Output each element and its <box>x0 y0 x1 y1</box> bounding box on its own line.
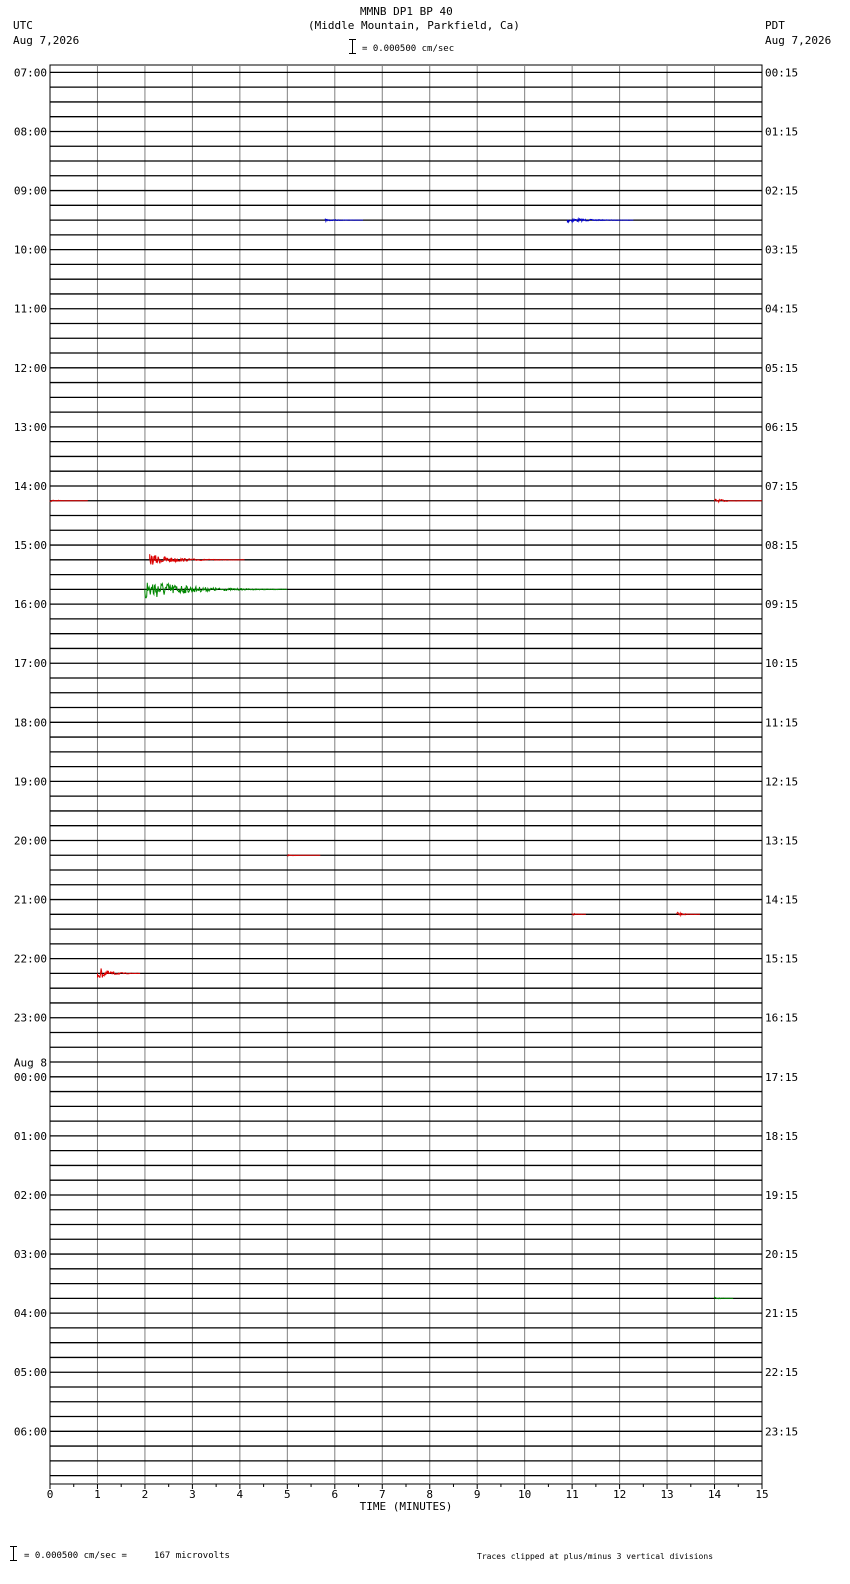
x-tick-label: 11 <box>566 1488 579 1501</box>
utc-hour-label: 14:00 <box>14 480 47 493</box>
utc-hour-label: 21:00 <box>14 894 47 907</box>
pdt-hour-label: 08:15 <box>765 539 798 552</box>
pdt-hour-label: 23:15 <box>765 1425 798 1438</box>
x-tick-label: 15 <box>755 1488 768 1501</box>
footer-scale-text: = 0.000500 cm/sec = 167 microvolts <box>24 1551 230 1561</box>
pdt-hour-label: 09:15 <box>765 598 798 611</box>
x-tick-label: 14 <box>708 1488 722 1501</box>
seismic-event-waveform <box>714 1296 734 1300</box>
utc-hour-label: 12:00 <box>14 362 47 375</box>
utc-hour-label: 17:00 <box>14 657 47 670</box>
x-tick-label: 9 <box>474 1488 481 1501</box>
seismogram-plot: 0 1 2 3 4 5 6 7 8 9 10 11 12 13 14 15TIME (MINUTES)07:0… <box>14 64 798 1513</box>
x-tick-label: 4 <box>237 1488 244 1501</box>
utc-hour-label: 22:00 <box>14 953 47 966</box>
x-tick-label: 2 <box>142 1488 149 1501</box>
utc-hour-label: 00:00 <box>14 1071 47 1084</box>
pdt-hour-label: 07:15 <box>765 480 798 493</box>
x-tick-label: 6 <box>331 1488 338 1501</box>
seismic-event-waveform <box>144 582 288 599</box>
date-change-label: Aug 8 <box>14 1056 47 1069</box>
plot-frame <box>49 64 763 1485</box>
pdt-hour-label: 21:15 <box>765 1307 798 1320</box>
pdt-hour-label: 16:15 <box>765 1012 798 1025</box>
utc-hour-label: 05:00 <box>14 1366 47 1379</box>
utc-hour-label: 18:00 <box>14 716 47 729</box>
pdt-hour-label: 19:15 <box>765 1189 798 1202</box>
pdt-hour-label: 02:15 <box>765 185 798 198</box>
utc-hour-label: 23:00 <box>14 1012 47 1025</box>
x-tick-label: 12 <box>613 1488 626 1501</box>
x-tick-label: 1 <box>94 1488 101 1501</box>
x-tick-label: 0 <box>47 1488 54 1501</box>
utc-hour-label: 11:00 <box>14 303 47 316</box>
utc-hour-label: 01:00 <box>14 1130 47 1143</box>
utc-hour-label: 13:00 <box>14 421 47 434</box>
pdt-hour-label: 13:15 <box>765 834 798 847</box>
pdt-hour-label: 10:15 <box>765 657 798 670</box>
utc-hour-label: 02:00 <box>14 1189 47 1202</box>
utc-hour-label: 10:00 <box>14 244 47 257</box>
x-tick-label: 13 <box>660 1488 673 1501</box>
utc-hour-label: 15:00 <box>14 539 47 552</box>
utc-hour-label: 06:00 <box>14 1425 47 1438</box>
utc-hour-label: 04:00 <box>14 1307 47 1320</box>
pdt-hour-label: 20:15 <box>765 1248 798 1261</box>
utc-hour-label: 08:00 <box>14 125 47 138</box>
utc-hour-label: 20:00 <box>14 834 47 847</box>
pdt-hour-label: 17:15 <box>765 1071 798 1084</box>
pdt-hour-label: 05:15 <box>765 362 798 375</box>
pdt-hour-label: 00:15 <box>765 66 798 79</box>
x-tick-label: 3 <box>189 1488 196 1501</box>
pdt-hour-label: 03:15 <box>765 244 798 257</box>
pdt-hour-label: 01:15 <box>765 125 798 138</box>
seismic-event-waveform <box>286 854 321 857</box>
utc-hour-label: 07:00 <box>14 66 47 79</box>
x-tick-label: 10 <box>518 1488 531 1501</box>
x-axis-label: TIME (MINUTES) <box>360 1500 453 1513</box>
x-tick-label: 5 <box>284 1488 291 1501</box>
pdt-hour-label: 15:15 <box>765 953 798 966</box>
seismic-event-waveform <box>324 218 364 224</box>
utc-hour-label: 09:00 <box>14 185 47 198</box>
clip-note: Traces clipped at plus/minus 3 vertical … <box>477 1552 714 1561</box>
utc-hour-label: 19:00 <box>14 775 47 788</box>
pdt-hour-label: 18:15 <box>765 1130 798 1143</box>
footer-scale-icon <box>10 1546 17 1561</box>
pdt-hour-label: 14:15 <box>765 894 798 907</box>
utc-hour-label: 03:00 <box>14 1248 47 1261</box>
pdt-hour-label: 06:15 <box>765 421 798 434</box>
pdt-hour-label: 04:15 <box>765 303 798 316</box>
pdt-hour-label: 22:15 <box>765 1366 798 1379</box>
utc-hour-label: 16:00 <box>14 598 47 611</box>
pdt-hour-label: 11:15 <box>765 716 798 729</box>
pdt-hour-label: 12:15 <box>765 775 798 788</box>
